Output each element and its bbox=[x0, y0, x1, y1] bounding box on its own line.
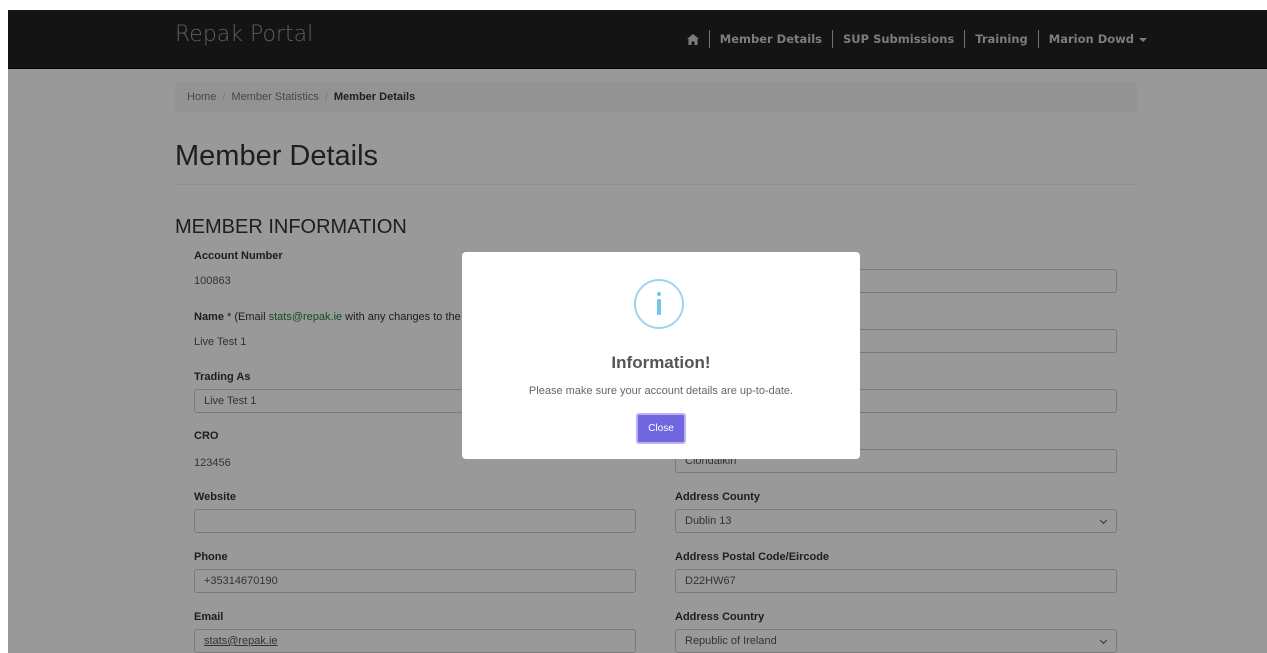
info-icon bbox=[634, 279, 684, 329]
info-icon-dot bbox=[657, 292, 661, 296]
info-icon-bar bbox=[657, 299, 661, 315]
browser-viewport: Repak Portal Member Details SUP Submissi… bbox=[8, 10, 1267, 653]
dialog-message: Please make sure your account details ar… bbox=[528, 385, 794, 397]
dialog-title: Information! bbox=[611, 353, 711, 372]
close-button[interactable]: Close bbox=[636, 413, 686, 444]
information-dialog: Information! Please make sure your accou… bbox=[462, 252, 860, 459]
